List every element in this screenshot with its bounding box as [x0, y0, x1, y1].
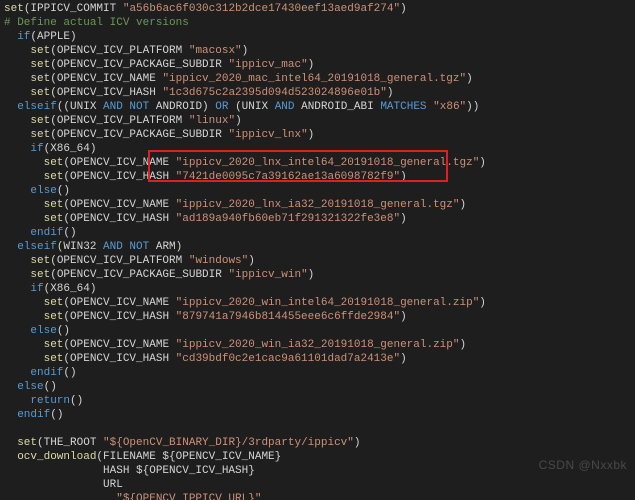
code-line[interactable]: set(OPENCV_ICV_NAME "ippicv_2020_win_int… [4, 296, 635, 310]
code-line[interactable] [4, 422, 635, 436]
code-line[interactable]: set(IPPICV_COMMIT "a56b6ac6f030c312b2dce… [4, 2, 635, 16]
code-line[interactable]: # Define actual ICV versions [4, 16, 635, 30]
code-line[interactable]: return() [4, 394, 635, 408]
code-line[interactable]: set(OPENCV_ICV_HASH "ad189a940fb60eb71f2… [4, 212, 635, 226]
code-line[interactable]: endif() [4, 366, 635, 380]
code-line[interactable]: else() [4, 324, 635, 338]
code-line[interactable]: set(OPENCV_ICV_PLATFORM "linux") [4, 114, 635, 128]
code-line[interactable]: set(THE_ROOT "${OpenCV_BINARY_DIR}/3rdpa… [4, 436, 635, 450]
code-line[interactable]: set(OPENCV_ICV_NAME "ippicv_2020_win_ia3… [4, 338, 635, 352]
watermark: CSDN @Nxxbk [539, 458, 627, 472]
code-line[interactable]: "${OPENCV_IPPICV_URL}" [4, 492, 635, 500]
code-line[interactable]: else() [4, 184, 635, 198]
code-editor[interactable]: set(IPPICV_COMMIT "a56b6ac6f030c312b2dce… [0, 0, 635, 500]
code-line[interactable]: if(APPLE) [4, 30, 635, 44]
code-line[interactable]: set(OPENCV_ICV_HASH "cd39bdf0c2e1cac9a61… [4, 352, 635, 366]
code-line[interactable]: set(OPENCV_ICV_NAME "ippicv_2020_lnx_int… [4, 156, 635, 170]
code-line[interactable]: set(OPENCV_ICV_PACKAGE_SUBDIR "ippicv_wi… [4, 268, 635, 282]
code-line[interactable]: elseif((UNIX AND NOT ANDROID) OR (UNIX A… [4, 100, 635, 114]
code-line[interactable]: if(X86_64) [4, 282, 635, 296]
code-line[interactable]: set(OPENCV_ICV_PACKAGE_SUBDIR "ippicv_ln… [4, 128, 635, 142]
code-line[interactable]: endif() [4, 408, 635, 422]
code-line[interactable]: set(OPENCV_ICV_NAME "ippicv_2020_mac_int… [4, 72, 635, 86]
code-line[interactable]: else() [4, 380, 635, 394]
code-line[interactable]: set(OPENCV_ICV_PLATFORM "macosx") [4, 44, 635, 58]
code-line[interactable]: elseif(WIN32 AND NOT ARM) [4, 240, 635, 254]
code-line[interactable]: URL [4, 478, 635, 492]
code-line[interactable]: if(X86_64) [4, 142, 635, 156]
code-line[interactable]: set(OPENCV_ICV_PACKAGE_SUBDIR "ippicv_ma… [4, 58, 635, 72]
code-line[interactable]: set(OPENCV_ICV_HASH "1c3d675c2a2395d094d… [4, 86, 635, 100]
code-line[interactable]: set(OPENCV_ICV_HASH "879741a7946b814455e… [4, 310, 635, 324]
code-line[interactable]: set(OPENCV_ICV_PLATFORM "windows") [4, 254, 635, 268]
code-line[interactable]: set(OPENCV_ICV_HASH "7421de0095c7a39162a… [4, 170, 635, 184]
code-line[interactable]: set(OPENCV_ICV_NAME "ippicv_2020_lnx_ia3… [4, 198, 635, 212]
code-line[interactable]: endif() [4, 226, 635, 240]
